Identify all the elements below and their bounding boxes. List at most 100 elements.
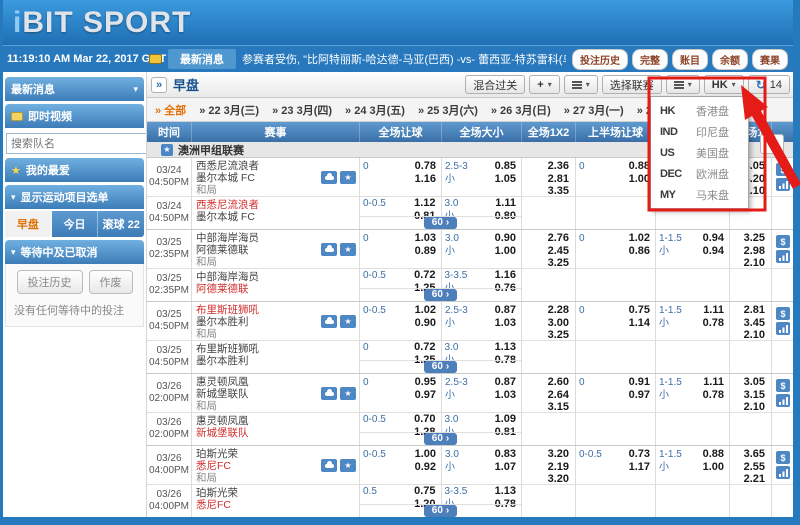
money-icon[interactable]: $: [776, 163, 790, 176]
odds-value[interactable]: 0.87: [495, 304, 516, 317]
odds-value[interactable]: 3.15: [730, 389, 765, 402]
alt-handicap-odds[interactable]: 0-0.5 1.12 0.81: [360, 197, 442, 222]
void-button[interactable]: 作废: [88, 270, 133, 294]
odds-value[interactable]: 0.83: [495, 448, 516, 461]
odds-value[interactable]: 3.00: [522, 317, 569, 330]
more-bets-button[interactable]: 60 ›: [423, 505, 458, 517]
half-overunder-odds[interactable]: 1-1.5 1.11 小 0.78: [656, 374, 730, 412]
full-1x2-odds[interactable]: 2.76 2.45 3.25: [522, 230, 576, 269]
stats-chart-icon[interactable]: [776, 466, 790, 479]
add-button[interactable]: + ▾: [529, 75, 560, 94]
odds-value[interactable]: 0.88: [611, 160, 650, 173]
full-1x2-odds[interactable]: 2.60 2.64 3.15: [522, 374, 576, 414]
odds-value[interactable]: 1.07: [495, 461, 516, 474]
odds-value[interactable]: 0.88: [703, 448, 724, 461]
menu-item-us[interactable]: US 美国盘: [651, 142, 748, 163]
full-handicap-odds[interactable]: 0 0.78 1.16: [360, 158, 442, 196]
odds-value[interactable]: 3.15: [522, 401, 569, 414]
odds-value[interactable]: 2.45: [522, 245, 569, 258]
odds-value[interactable]: 2.55: [730, 461, 765, 474]
full-handicap-odds[interactable]: 0-0.5 1.00 0.92: [360, 446, 442, 484]
live-icon[interactable]: [321, 171, 337, 184]
date-tab-24[interactable]: » 24 3月(五): [345, 102, 405, 118]
odds-value[interactable]: 1.00: [611, 173, 650, 186]
money-icon[interactable]: $: [776, 451, 790, 464]
half-handicap-odds[interactable]: 0-0.5 0.73 1.17: [576, 446, 656, 484]
odds-value[interactable]: 3.35: [522, 185, 569, 198]
alt-handicap-odds[interactable]: 0-0.5 0.72 1.25: [360, 269, 442, 294]
odds-value[interactable]: 1.00: [395, 448, 436, 461]
stats-chart-icon[interactable]: [776, 322, 790, 335]
odds-value[interactable]: 3.05: [730, 376, 765, 389]
search-input[interactable]: [6, 133, 158, 154]
odds-value[interactable]: 1.03: [495, 317, 516, 330]
odds-value[interactable]: 2.60: [522, 376, 569, 389]
mix-parlay-button[interactable]: 混合过关: [465, 75, 526, 94]
odds-value[interactable]: 0.75: [611, 304, 650, 317]
tab-today[interactable]: 今日: [52, 211, 99, 237]
tab-early-market[interactable]: 早盘: [5, 211, 52, 237]
full-overunder-odds[interactable]: 2.5-3 0.87 小 1.03: [442, 374, 522, 412]
odds-value[interactable]: 1.12: [395, 197, 435, 210]
odds-value[interactable]: 2.98: [730, 245, 765, 258]
odds-value[interactable]: 0.94: [703, 245, 724, 258]
half-1x2-odds[interactable]: 3.05 3.15 2.10: [730, 374, 772, 414]
full-1x2-odds[interactable]: 2.36 2.81 3.35: [522, 158, 576, 198]
odds-value[interactable]: 0.73: [611, 448, 650, 461]
half-1x2-odds[interactable]: 2.81 3.45 2.10: [730, 302, 772, 341]
odds-value[interactable]: 1.02: [611, 232, 650, 245]
odds-value[interactable]: 0.86: [611, 245, 650, 258]
live-icon[interactable]: [321, 315, 337, 328]
menu-item-my[interactable]: MY 马来盘: [651, 184, 748, 205]
collapse-panel-icon[interactable]: »: [151, 76, 167, 93]
date-tab-27[interactable]: » 27 3月(一): [564, 102, 624, 118]
refresh-button[interactable]: ↻ 14: [747, 75, 790, 94]
odds-value[interactable]: 0.97: [395, 389, 436, 402]
sidebar-news-header[interactable]: 最新消息 ▾: [5, 77, 144, 101]
odds-value[interactable]: 1.16: [395, 173, 436, 186]
results-button[interactable]: 赛果: [752, 48, 788, 70]
odds-value[interactable]: 0.72: [395, 269, 435, 282]
favorite-star-icon[interactable]: ★: [340, 387, 356, 400]
alt-overunder-odds[interactable]: 3.01.11 小0.80: [442, 197, 522, 222]
alt-handicap-odds[interactable]: 0.5 0.75 1.20: [360, 485, 442, 510]
odds-value[interactable]: 3.25: [522, 329, 569, 342]
odds-value[interactable]: 1.13: [495, 341, 516, 354]
menu-item-ind[interactable]: IND 印尼盘: [651, 121, 748, 142]
odds-value[interactable]: 0.70: [395, 413, 435, 426]
live-icon[interactable]: [321, 387, 337, 400]
odds-value[interactable]: 3.20: [522, 473, 569, 486]
alt-handicap-odds[interactable]: 0-0.5 0.70 1.28: [360, 413, 442, 438]
half-handicap-odds[interactable]: 0 1.02 0.86: [576, 230, 656, 268]
latest-news-button[interactable]: 最新消息: [168, 49, 236, 69]
favorite-star-icon[interactable]: ★: [340, 171, 356, 184]
odds-value[interactable]: 2.81: [522, 173, 569, 186]
odds-value[interactable]: 1.09: [495, 413, 516, 426]
odds-value[interactable]: 2.10: [730, 401, 765, 414]
date-tab-all[interactable]: » 全部: [155, 102, 186, 118]
odds-value[interactable]: 0.87: [495, 376, 516, 389]
full-handicap-odds[interactable]: 0-0.5 1.02 0.90: [360, 302, 442, 340]
odds-value[interactable]: 3.45: [730, 317, 765, 330]
alt-overunder-odds[interactable]: 3.01.13 小0.78: [442, 341, 522, 366]
half-overunder-odds[interactable]: 1-1.5 0.88 小 1.00: [656, 446, 730, 484]
odds-value[interactable]: 0.75: [395, 485, 435, 498]
odds-value[interactable]: 1.05: [495, 173, 516, 186]
odds-value[interactable]: 2.81: [730, 304, 765, 317]
money-icon[interactable]: $: [776, 307, 790, 320]
odds-value[interactable]: 2.36: [522, 160, 569, 173]
odds-value[interactable]: 2.76: [522, 232, 569, 245]
sidebar-favorites-header[interactable]: ★ 我的最爱: [5, 158, 144, 182]
alt-handicap-odds[interactable]: 0 0.72 1.25: [360, 341, 442, 366]
odds-value[interactable]: 1.03: [395, 232, 436, 245]
full-1x2-odds[interactable]: 2.28 3.00 3.25: [522, 302, 576, 342]
more-bets-button[interactable]: 60 ›: [423, 289, 458, 301]
tab-live[interactable]: 滚球 22: [98, 211, 144, 237]
bet-history-button[interactable]: 投注历史: [572, 48, 628, 70]
odds-value[interactable]: 1.16: [495, 269, 516, 282]
odds-value[interactable]: 0.78: [395, 160, 436, 173]
favorite-star-icon[interactable]: ★: [340, 459, 356, 472]
odds-value[interactable]: 1.17: [611, 461, 650, 474]
accounts-button[interactable]: 账目: [672, 48, 708, 70]
full-view-button[interactable]: 完整: [632, 48, 668, 70]
